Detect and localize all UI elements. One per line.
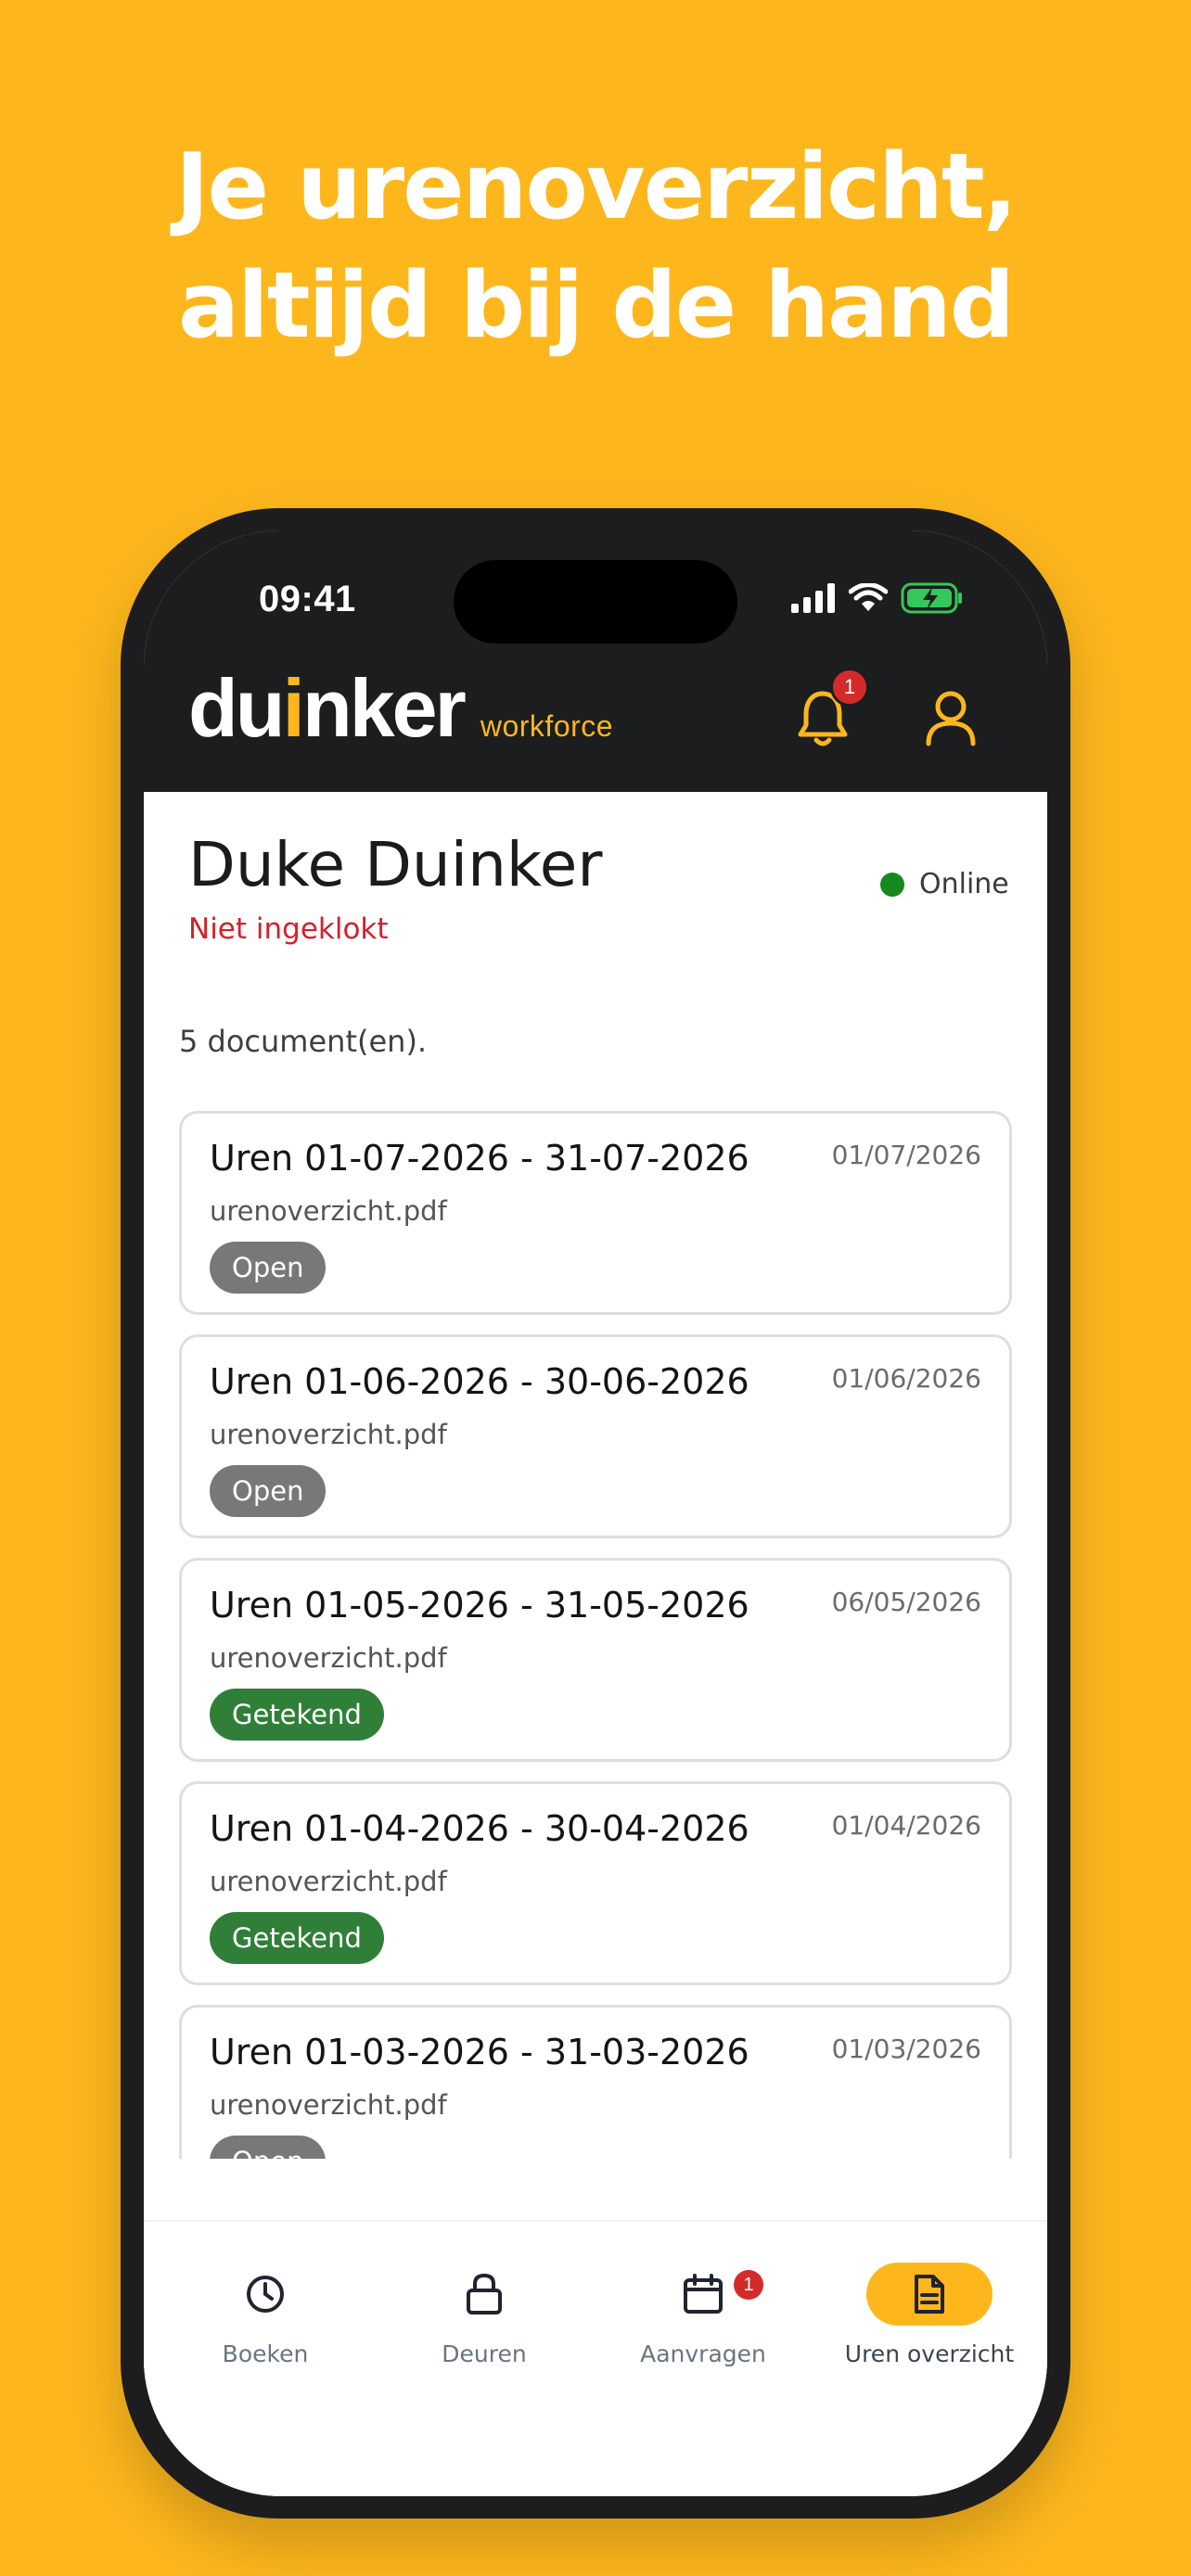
nav-label: Aanvragen <box>640 2340 766 2367</box>
brand-wordmark: duinker <box>188 668 467 749</box>
document-date: 01/07/2026 <box>831 1140 981 1170</box>
document-card[interactable]: Uren 01-06-2026 - 30-06-2026 01/06/2026 … <box>179 1334 1012 1538</box>
lock-icon <box>467 2273 502 2315</box>
user-icon <box>926 691 976 746</box>
document-date: 01/06/2026 <box>831 1363 981 1394</box>
presence-label: Online <box>919 868 1009 900</box>
document-card[interactable]: Uren 01-04-2026 - 30-04-2026 01/04/2026 … <box>179 1781 1012 1985</box>
document-filename: urenoverzicht.pdf <box>210 1195 447 1227</box>
bottom-navigation: Boeken Deuren 1 Aanvragen Uren overzicht <box>144 2220 1047 2496</box>
user-name: Duke Duinker <box>188 829 603 900</box>
document-filename: urenoverzicht.pdf <box>210 2089 447 2121</box>
profile-button[interactable] <box>921 686 980 751</box>
nav-item-aanvragen[interactable]: 1 Aanvragen <box>606 2222 800 2389</box>
document-date: 01/03/2026 <box>831 2034 981 2064</box>
document-filename: urenoverzicht.pdf <box>210 1866 447 1897</box>
document-card[interactable]: Uren 01-07-2026 - 31-07-2026 01/07/2026 … <box>179 1111 1012 1315</box>
brand-part-2: nker <box>301 662 467 754</box>
document-card[interactable]: Uren 01-03-2026 - 31-03-2026 01/03/2026 … <box>179 2005 1012 2159</box>
nav-item-uren-overzicht[interactable]: Uren overzicht <box>825 2222 1034 2389</box>
nav-label: Uren overzicht <box>844 2340 1015 2367</box>
status-time: 09:41 <box>259 579 356 619</box>
status-badge: Open <box>210 1465 327 1517</box>
document-title: Uren 01-06-2026 - 30-06-2026 <box>210 1361 749 1402</box>
dynamic-island <box>454 560 737 644</box>
document-title: Uren 01-04-2026 - 30-04-2026 <box>210 1808 749 1849</box>
nav-label: Boeken <box>222 2340 309 2367</box>
battery-icon <box>901 582 964 618</box>
nav-icon-container <box>421 2263 547 2326</box>
document-title: Uren 01-07-2026 - 31-07-2026 <box>210 1138 749 1179</box>
nav-item-deuren[interactable]: Deuren <box>387 2222 582 2389</box>
document-filename: urenoverzicht.pdf <box>210 1642 447 1674</box>
clock-state: Niet ingeklokt <box>188 912 389 946</box>
nav-label: Deuren <box>442 2340 527 2367</box>
nav-icon-container-active <box>866 2263 992 2326</box>
status-badge: Getekend <box>210 1912 384 1964</box>
presence-indicator: Online <box>880 868 1009 900</box>
headline: Je urenoverzicht, altijd bij de hand <box>0 128 1191 365</box>
document-count: 5 document(en). <box>179 1024 428 1059</box>
nav-icon-container <box>202 2263 328 2326</box>
document-icon <box>915 2275 944 2314</box>
document-title: Uren 01-05-2026 - 31-05-2026 <box>210 1585 749 1626</box>
calendar-icon <box>684 2274 723 2314</box>
clock-icon <box>247 2276 284 2313</box>
online-dot-icon <box>880 872 904 897</box>
status-badge: Getekend <box>210 1689 384 1741</box>
wifi-icon <box>848 582 889 617</box>
brand-logo: duinker workforce <box>188 668 613 749</box>
notification-count-badge: 1 <box>830 668 869 707</box>
headline-line-2: altijd bij de hand <box>177 253 1015 359</box>
headline-line-1: Je urenoverzicht, <box>175 134 1018 240</box>
document-list[interactable]: Uren 01-07-2026 - 31-07-2026 01/07/2026 … <box>179 1111 1012 2159</box>
nav-badge: 1 <box>734 2270 763 2300</box>
signal-icon <box>791 583 836 617</box>
document-date: 01/04/2026 <box>831 1810 981 1841</box>
document-filename: urenoverzicht.pdf <box>210 1419 447 1450</box>
brand-part-accent: i <box>282 662 306 754</box>
app-header: 09:41 duinker workforce 1 <box>144 530 1047 792</box>
document-title: Uren 01-03-2026 - 31-03-2026 <box>210 2032 749 2072</box>
nav-item-boeken[interactable]: Boeken <box>168 2222 363 2389</box>
phone-screen: 09:41 duinker workforce 1 Duke Duinker N… <box>144 530 1047 2496</box>
status-badge: Open <box>210 1242 327 1294</box>
status-badge: Open <box>210 2136 327 2159</box>
document-card[interactable]: Uren 01-05-2026 - 31-05-2026 06/05/2026 … <box>179 1558 1012 1762</box>
document-date: 06/05/2026 <box>831 1587 981 1617</box>
brand-part-1: du <box>188 662 286 754</box>
page: Je urenoverzicht, altijd bij de hand 09:… <box>0 0 1191 2576</box>
status-icons <box>791 582 964 618</box>
brand-subtitle: workforce <box>480 709 614 743</box>
